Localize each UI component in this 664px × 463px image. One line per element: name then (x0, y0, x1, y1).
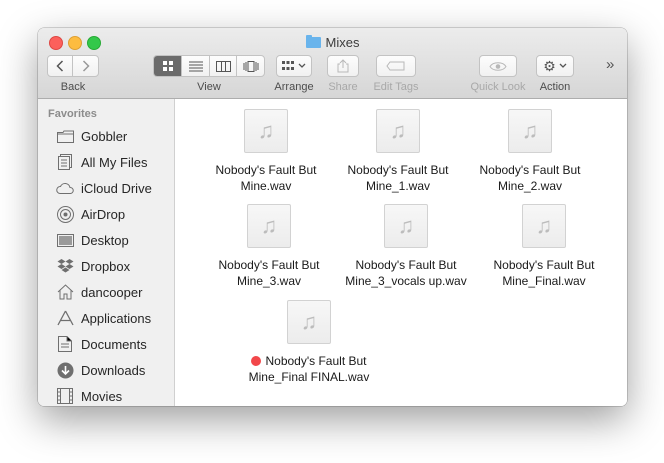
cover-flow-icon (243, 60, 259, 72)
cover-flow-view-button[interactable] (236, 56, 264, 76)
share-icon (337, 59, 349, 73)
sidebar-item-downloads[interactable]: Downloads (38, 357, 175, 383)
back-label: Back (60, 81, 86, 93)
grid-icon (162, 61, 173, 71)
arrange-label: Arrange (274, 81, 314, 93)
file-name: Nobody's Fault But Mine_1.wav (347, 163, 449, 193)
share-label: Share (328, 81, 358, 93)
sidebar-item-desktop[interactable]: Desktop (38, 227, 175, 253)
folder-icon (56, 127, 74, 145)
view-label: View (197, 81, 221, 93)
view-segmented-control (153, 55, 265, 77)
back-forward-control (47, 55, 99, 77)
folder-icon (305, 35, 321, 48)
all-files-icon (56, 153, 74, 171)
gear-icon: ⚙ (543, 57, 556, 74)
list-view-button[interactable] (181, 56, 209, 76)
file-item[interactable]: ♫ Nobody's Fault But Mine_3.wav (204, 204, 334, 289)
documents-icon (56, 335, 74, 353)
column-view-button[interactable] (208, 56, 237, 76)
sidebar-item-movies[interactable]: Movies (38, 383, 175, 406)
file-item[interactable]: ♫ Nobody's Fault But Mine_Final.wav (479, 204, 609, 289)
airdrop-icon (56, 205, 74, 223)
sidebar-item-label: Applications (81, 310, 152, 326)
audio-file-icon: ♫ (376, 109, 420, 153)
sidebar-heading-favorites: Favorites (48, 108, 97, 120)
toolbar-overflow-button[interactable]: » (606, 56, 614, 73)
action-label: Action (539, 81, 571, 93)
sidebar-item-airdrop[interactable]: AirDrop (38, 201, 175, 227)
sidebar-item-label: Documents (81, 336, 147, 352)
edit-tags-button[interactable] (376, 55, 416, 77)
sidebar-item-icloud-drive[interactable]: iCloud Drive (38, 175, 175, 201)
audio-file-icon: ♫ (522, 204, 566, 248)
sidebar-item-label: Movies (81, 388, 123, 404)
sidebar-item-label: Gobbler (81, 128, 128, 144)
arrange-button[interactable] (276, 55, 312, 77)
icon-view-button[interactable] (154, 56, 182, 76)
file-name: Nobody's Fault But Mine_3_vocals up.wav (345, 258, 467, 288)
chevron-right-icon (82, 60, 90, 72)
sidebar-item-label: Downloads (81, 362, 146, 378)
toolbar: Mixes Back View Arrange Share Edit Tags … (38, 28, 627, 99)
audio-file-icon: ♫ (508, 109, 552, 153)
applications-icon (56, 309, 74, 327)
sidebar-item-label: Dropbox (81, 258, 131, 274)
quick-look-button[interactable] (479, 55, 517, 77)
tag-icon (386, 61, 405, 71)
sidebar-item-label: AirDrop (81, 206, 126, 222)
file-item[interactable]: ♫ Nobody's Fault But Mine_3_vocals up.wav (335, 204, 477, 289)
sidebar: Favorites Gobbler All My Files iCloud Dr… (38, 99, 175, 406)
finder-window: Mixes Back View Arrange Share Edit Tags … (38, 28, 627, 406)
file-name: Nobody's Fault But Mine_Final.wav (493, 258, 595, 288)
desktop-icon (56, 231, 74, 249)
sidebar-item-applications[interactable]: Applications (38, 305, 175, 331)
sidebar-item-label: dancooper (81, 284, 143, 300)
movies-icon (56, 387, 74, 405)
sidebar-item-dropbox[interactable]: Dropbox (38, 253, 175, 279)
chevron-down-icon (298, 63, 306, 68)
chevron-left-icon (56, 60, 64, 72)
file-name: Nobody's Fault But Mine_Final FINAL.wav (248, 354, 370, 384)
sidebar-item-label: iCloud Drive (81, 180, 152, 196)
sidebar-item-all-my-files[interactable]: All My Files (38, 149, 175, 175)
sidebar-item-gobbler[interactable]: Gobbler (38, 123, 175, 149)
list-icon (188, 61, 203, 71)
eye-icon (489, 61, 507, 71)
file-name: Nobody's Fault But Mine_2.wav (479, 163, 581, 193)
back-button[interactable] (48, 56, 74, 76)
window-title: Mixes (38, 35, 627, 50)
file-item[interactable]: ♫ Nobody's Fault But Mine.wav (201, 109, 331, 194)
sidebar-item-documents[interactable]: Documents (38, 331, 175, 357)
file-icon-grid: ♫ Nobody's Fault But Mine.wav ♫ Nobody's … (175, 99, 627, 406)
red-tag-dot (251, 356, 262, 366)
edit-tags-label: Edit Tags (373, 81, 419, 93)
columns-icon (215, 60, 231, 72)
sidebar-item-label: Desktop (81, 232, 129, 248)
audio-file-icon: ♫ (384, 204, 428, 248)
file-name: Nobody's Fault But Mine_3.wav (218, 258, 320, 288)
action-button[interactable]: ⚙ (536, 55, 574, 77)
home-icon (56, 283, 74, 301)
share-button[interactable] (327, 55, 359, 77)
file-item[interactable]: ♫ Nobody's Fault But Mine_1.wav (333, 109, 463, 194)
arrange-grid-icon (282, 61, 294, 70)
downloads-icon (56, 361, 74, 379)
file-name: Nobody's Fault But Mine.wav (215, 163, 317, 193)
audio-file-icon: ♫ (287, 300, 331, 344)
chevron-down-icon (559, 63, 567, 68)
forward-button[interactable] (73, 56, 98, 76)
window-title-text: Mixes (325, 35, 360, 50)
dropbox-icon (56, 257, 74, 275)
cloud-icon (56, 179, 74, 197)
audio-file-icon: ♫ (247, 204, 291, 248)
audio-file-icon: ♫ (244, 109, 288, 153)
file-item[interactable]: ♫ Nobody's Fault But Mine_2.wav (465, 109, 595, 194)
sidebar-item-dancooper[interactable]: dancooper (38, 279, 175, 305)
sidebar-item-label: All My Files (81, 154, 148, 170)
file-item[interactable]: ♫ Nobody's Fault But Mine_Final FINAL.wav (244, 300, 374, 385)
quick-look-label: Quick Look (470, 81, 526, 93)
